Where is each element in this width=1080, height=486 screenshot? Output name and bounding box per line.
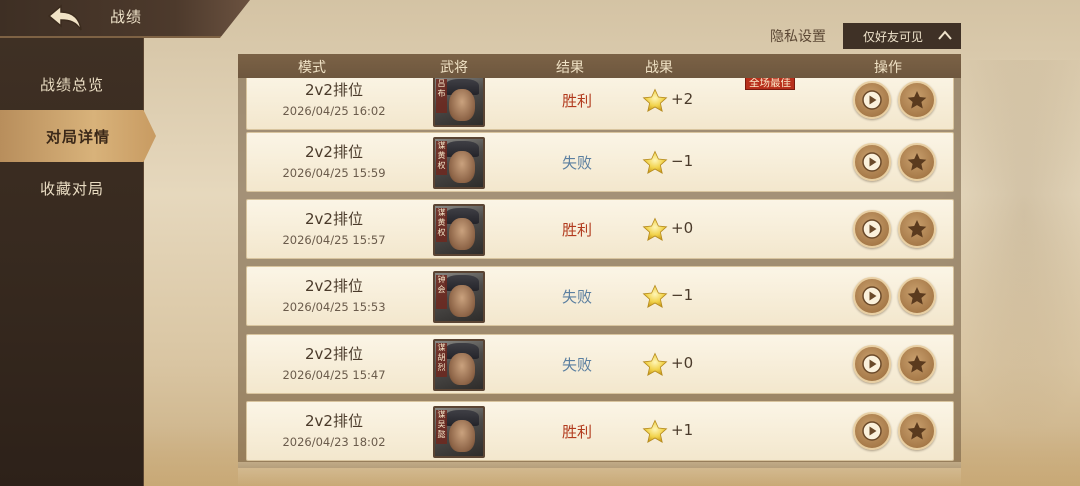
privacy-label: 隐私设置 [770, 29, 826, 45]
general-name-tag: 吕布 [436, 79, 447, 113]
general-portrait[interactable]: 吕布 [433, 78, 485, 127]
table-row[interactable]: 2v2排位 2026/04/25 15:57 谋黄权 胜利 +0 [246, 199, 954, 259]
table-row[interactable]: 2v2排位 2026/04/23 18:02 谋吴懿 胜利 +1 [246, 401, 954, 461]
play-icon [862, 354, 882, 374]
row-mode: 2v2排位 [305, 412, 363, 430]
row-score: +1 [671, 421, 694, 439]
favorite-button[interactable] [898, 81, 936, 119]
star-icon [642, 217, 668, 242]
portrait-face [449, 420, 475, 452]
general-name-tag: 谋黄权 [436, 208, 447, 242]
mvp-badge: 全场最佳 [745, 78, 795, 90]
row-time: 2026/04/25 15:57 [282, 233, 386, 247]
row-score: +0 [671, 219, 694, 237]
privacy-dropdown[interactable]: 仅好友可见 [843, 23, 961, 49]
row-time: 2026/04/25 16:02 [282, 104, 386, 118]
row-result: 胜利 [561, 221, 592, 239]
general-portrait[interactable]: 谋黄权 [433, 204, 485, 256]
list-fade [238, 462, 961, 486]
header-score: 战果 [645, 60, 673, 76]
row-mode: 2v2排位 [305, 81, 363, 99]
row-result: 失败 [561, 154, 592, 172]
star-outline-icon [907, 287, 927, 305]
replay-button[interactable] [853, 143, 891, 181]
row-score: +0 [671, 354, 694, 372]
portrait-face [449, 353, 475, 385]
star-outline-icon [907, 220, 927, 238]
back-arrow-icon [47, 4, 82, 31]
privacy-value: 仅好友可见 [863, 29, 924, 44]
row-mode: 2v2排位 [305, 210, 363, 228]
star-icon [642, 352, 668, 377]
portrait-face [449, 285, 475, 317]
row-score: −1 [671, 152, 694, 170]
favorite-button[interactable] [898, 412, 936, 450]
portrait-face [449, 151, 475, 183]
general-name-tag: 谋胡烈 [436, 343, 447, 377]
header-result: 结果 [556, 60, 584, 76]
general-name-tag: 谋吴懿 [436, 410, 447, 444]
row-time: 2026/04/25 15:47 [282, 368, 386, 382]
row-time: 2026/04/23 18:02 [282, 435, 386, 449]
star-icon [642, 419, 668, 444]
back-button[interactable] [44, 2, 86, 34]
header-actions: 操作 [874, 60, 902, 76]
table-row[interactable]: 2v2排位 2026/04/25 16:02 吕布 胜利 +2 全场最佳 [246, 78, 954, 130]
general-portrait[interactable]: 谋胡烈 [433, 339, 485, 391]
chevron-up-icon [938, 30, 952, 40]
star-icon [642, 88, 668, 113]
table-row[interactable]: 2v2排位 2026/04/25 15:47 谋胡烈 失败 +0 [246, 334, 954, 394]
row-time: 2026/04/25 15:53 [282, 300, 386, 314]
favorite-button[interactable] [898, 345, 936, 383]
row-result: 胜利 [561, 423, 592, 441]
general-name-tag: 钟会 [436, 275, 447, 309]
table-row[interactable]: 2v2排位 2026/04/25 15:59 谋黄权 失败 −1 [246, 132, 954, 192]
row-mode: 2v2排位 [305, 143, 363, 161]
sidebar [0, 38, 144, 486]
row-mode: 2v2排位 [305, 345, 363, 363]
header-general: 武将 [440, 60, 468, 76]
favorite-button[interactable] [898, 210, 936, 248]
star-icon [642, 150, 668, 175]
table-header: 模式 武将 结果 战果 操作 [238, 54, 961, 78]
star-outline-icon [907, 91, 927, 109]
star-outline-icon [907, 422, 927, 440]
page-title: 战绩 [110, 8, 143, 26]
play-icon [862, 421, 882, 441]
replay-button[interactable] [853, 412, 891, 450]
play-icon [862, 90, 882, 110]
star-icon [642, 284, 668, 309]
row-result: 失败 [561, 356, 592, 374]
play-icon [862, 219, 882, 239]
play-icon [862, 152, 882, 172]
row-score: −1 [671, 286, 694, 304]
row-time: 2026/04/25 15:59 [282, 166, 386, 180]
replay-button[interactable] [853, 277, 891, 315]
sidebar-item-match-details[interactable]: 对局详情 [0, 110, 156, 162]
favorite-button[interactable] [898, 143, 936, 181]
general-portrait[interactable]: 钟会 [433, 271, 485, 323]
row-result: 失败 [561, 288, 592, 306]
portrait-face [449, 89, 475, 121]
replay-button[interactable] [853, 81, 891, 119]
table-row[interactable]: 2v2排位 2026/04/25 15:53 钟会 失败 −1 [246, 266, 954, 326]
row-mode: 2v2排位 [305, 277, 363, 295]
favorite-button[interactable] [898, 277, 936, 315]
general-portrait[interactable]: 谋吴懿 [433, 406, 485, 458]
sidebar-item-overview[interactable]: 战绩总览 [0, 64, 144, 104]
background-decoration [940, 60, 1080, 440]
portrait-face [449, 218, 475, 250]
replay-button[interactable] [853, 345, 891, 383]
play-icon [862, 286, 882, 306]
row-score: +2 [671, 90, 694, 108]
sidebar-item-favorites[interactable]: 收藏对局 [0, 168, 144, 208]
match-list[interactable]: 2v2排位 2026/04/25 16:02 吕布 胜利 +2 全场最佳 2v2… [238, 78, 961, 468]
header-mode: 模式 [298, 60, 326, 76]
row-result: 胜利 [561, 92, 592, 110]
general-name-tag: 谋黄权 [436, 141, 447, 175]
replay-button[interactable] [853, 210, 891, 248]
general-portrait[interactable]: 谋黄权 [433, 137, 485, 189]
star-outline-icon [907, 153, 927, 171]
star-outline-icon [907, 355, 927, 373]
